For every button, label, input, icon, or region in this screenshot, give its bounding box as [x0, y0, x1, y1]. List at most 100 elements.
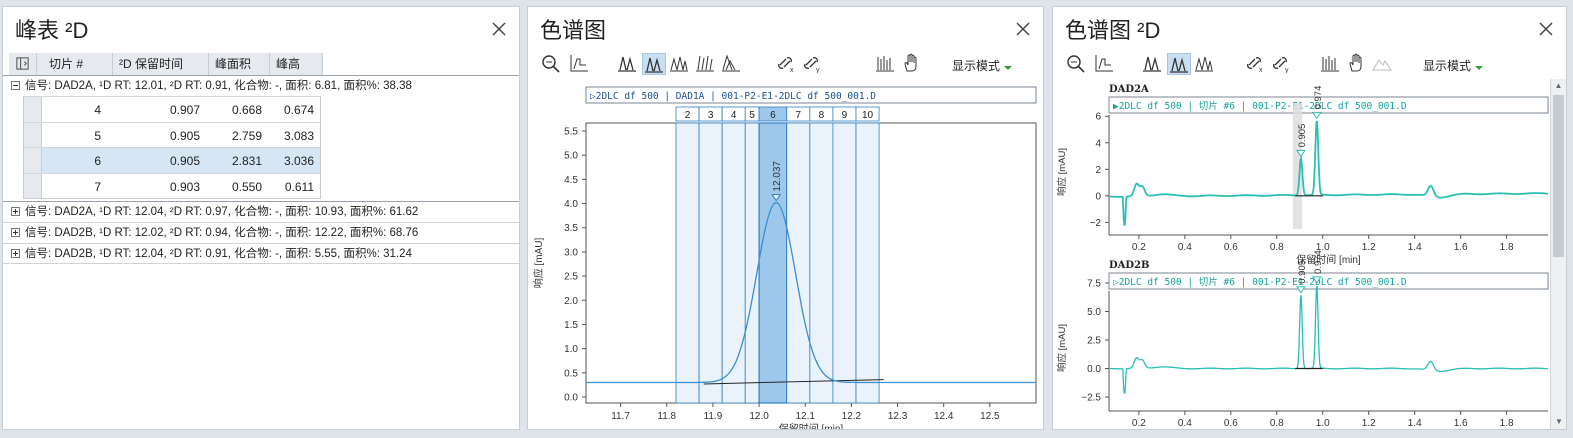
signal-trace[interactable] — [1109, 120, 1548, 226]
peak-label: 0.974 — [1313, 250, 1324, 274]
display-mode-label: 显示模式 — [1423, 59, 1472, 73]
peak-label: 12.037 — [772, 161, 783, 192]
x-tick-label: 1.6 — [1454, 418, 1468, 429]
display-mode-dropdown[interactable]: 显示模式 — [952, 57, 1013, 74]
group-row[interactable]: 信号: DAD2A, ¹D RT: 12.04, ²D RT: 0.97, 化合… — [3, 201, 519, 222]
peak-marker-icon[interactable] — [1311, 111, 1322, 120]
peak-table-panel: 峰表 ²D 切片 # ²D 保留时间 峰面积 峰高 信号: DAD2A, ¹D … — [2, 6, 520, 430]
group-row[interactable]: 信号: DAD2B, ¹D RT: 12.02, ²D RT: 0.94, 化合… — [3, 222, 519, 243]
slice-region[interactable] — [855, 122, 880, 404]
slice-region[interactable] — [832, 122, 857, 404]
overlay-icon[interactable] — [668, 53, 692, 75]
slice-tab-label: 7 — [796, 110, 802, 121]
peak-stack-icon[interactable] — [720, 53, 744, 75]
cell-area: 0.550 — [231, 179, 262, 194]
vertical-scrollbar[interactable]: ▲ ▼ — [1550, 79, 1566, 429]
column-header-slice[interactable]: 切片 # — [37, 53, 113, 75]
overlay-icon[interactable] — [1193, 53, 1217, 75]
slice-region[interactable] — [809, 122, 834, 404]
signal-name: DAD2B — [1109, 260, 1150, 271]
group-label: 信号: DAD2B, ¹D RT: 12.04, ²D RT: 0.91, 化合… — [25, 248, 412, 260]
chromatogram-chart[interactable]: ▷2DLC df 500 | DAD1A | 001-P2-E1-2DLC df… — [528, 81, 1044, 430]
table-row[interactable]: 5 0.905 2.759 3.083 — [24, 121, 320, 147]
trace-header-label: ▷2DLC df 500 | DAD1A | 001-P2-E1-2DLC df… — [590, 91, 876, 102]
zoom-icon[interactable] — [1065, 53, 1089, 75]
slice-region[interactable] — [786, 122, 811, 404]
y-tick-label: 4.5 — [564, 175, 578, 186]
x-tick-label: 1.6 — [1454, 242, 1468, 253]
x-tick-label: 11.7 — [611, 411, 630, 422]
slice-region[interactable] — [698, 122, 723, 404]
column-header-height[interactable]: 峰高 — [270, 53, 323, 75]
peak-mode-icon[interactable] — [1167, 53, 1191, 75]
expand-icon[interactable] — [11, 249, 20, 258]
link-x-icon[interactable]: x — [1245, 53, 1269, 75]
y-tick-label: 3.0 — [564, 247, 578, 258]
slice-region[interactable] — [675, 122, 700, 404]
zoom-icon[interactable] — [540, 53, 564, 75]
peaks-icon[interactable] — [616, 53, 640, 75]
scroll-up-icon[interactable]: ▲ — [1551, 79, 1566, 93]
hand-icon[interactable] — [900, 53, 924, 75]
display-mode-dropdown[interactable]: 显示模式 — [1423, 57, 1484, 74]
bars-icon[interactable] — [1319, 53, 1343, 75]
link-y-icon[interactable]: y — [1271, 53, 1295, 75]
x-tick-label: 11.9 — [704, 411, 723, 422]
table-row[interactable]: 4 0.907 0.668 0.674 — [24, 96, 320, 122]
group-row[interactable]: 信号: DAD2A, ¹D RT: 12.01, ²D RT: 0.91, 化合… — [3, 75, 519, 96]
baseline-icon[interactable] — [1093, 53, 1117, 75]
triangle-icon — [1371, 53, 1395, 75]
x-tick-label: 12.1 — [795, 411, 815, 422]
cell-rt: 0.903 — [169, 179, 200, 194]
column-header-area[interactable]: 峰面积 — [209, 53, 270, 75]
x-tick-label: 1.4 — [1408, 242, 1422, 253]
y-tick-label: 2 — [1095, 165, 1101, 176]
group-label: 信号: DAD2A, ¹D RT: 12.01, ²D RT: 0.91, 化合… — [25, 80, 412, 92]
baseline-icon[interactable] — [568, 53, 592, 75]
slice-region[interactable] — [744, 122, 760, 404]
cell-area: 2.759 — [231, 128, 262, 143]
table-row-selected[interactable]: 6 0.905 2.831 3.036 — [24, 147, 320, 173]
row-header[interactable] — [24, 122, 42, 147]
close-icon[interactable] — [1538, 21, 1554, 37]
close-icon[interactable] — [1015, 21, 1031, 37]
signal-trace[interactable] — [1109, 285, 1548, 394]
chart-toolbar: x y 显示模式 — [1065, 53, 1545, 77]
x-tick-label: 12.2 — [842, 411, 862, 422]
close-icon[interactable] — [491, 21, 507, 37]
link-y-icon[interactable]: y — [802, 53, 826, 75]
cell-area: 2.831 — [231, 154, 262, 168]
x-tick-label: 0.8 — [1270, 242, 1284, 253]
row-header[interactable] — [24, 97, 42, 122]
expand-icon[interactable] — [11, 207, 20, 216]
y-tick-label: 2.0 — [564, 296, 578, 307]
integrate-icon[interactable] — [694, 53, 718, 75]
y-axis-label: 响应 [mAU] — [1056, 148, 1068, 196]
y-tick-label: 4.0 — [564, 199, 578, 210]
cell-slice: 6 — [94, 154, 101, 168]
group-row[interactable]: 信号: DAD2B, ¹D RT: 12.04, ²D RT: 0.91, 化合… — [3, 243, 519, 264]
x-tick-label: 1.8 — [1500, 242, 1514, 253]
scrollbar-thumb[interactable] — [1553, 95, 1564, 257]
chromatogram-2d-chart[interactable]: DAD2A ▶2DLC df 500 | 切片 #6 | 001-P2-E1-2D… — [1053, 79, 1550, 429]
row-header[interactable] — [24, 173, 42, 198]
hand-icon[interactable] — [1345, 53, 1369, 75]
collapse-icon[interactable] — [11, 81, 20, 90]
column-chooser-icon[interactable] — [9, 53, 37, 75]
cell-rt: 0.905 — [169, 128, 200, 143]
peaks-icon[interactable] — [1141, 53, 1165, 75]
peak-mode-icon[interactable] — [642, 53, 666, 75]
bars-icon[interactable] — [874, 53, 898, 75]
y-tick-label: 1.0 — [564, 344, 578, 355]
column-header-rt[interactable]: ²D 保留时间 — [113, 53, 209, 75]
chevron-down-icon — [1004, 66, 1013, 70]
x-tick-label: 0.4 — [1178, 242, 1192, 253]
slice-region[interactable] — [721, 122, 746, 404]
expand-icon[interactable] — [11, 228, 20, 237]
peak-marker-icon[interactable] — [1295, 286, 1306, 294]
row-header[interactable] — [24, 148, 42, 173]
cell-area: 0.668 — [231, 103, 262, 117]
link-x-icon[interactable]: x — [776, 53, 800, 75]
table-row[interactable]: 7 0.903 0.550 0.611 — [24, 172, 320, 198]
scroll-down-icon[interactable]: ▼ — [1551, 415, 1566, 429]
